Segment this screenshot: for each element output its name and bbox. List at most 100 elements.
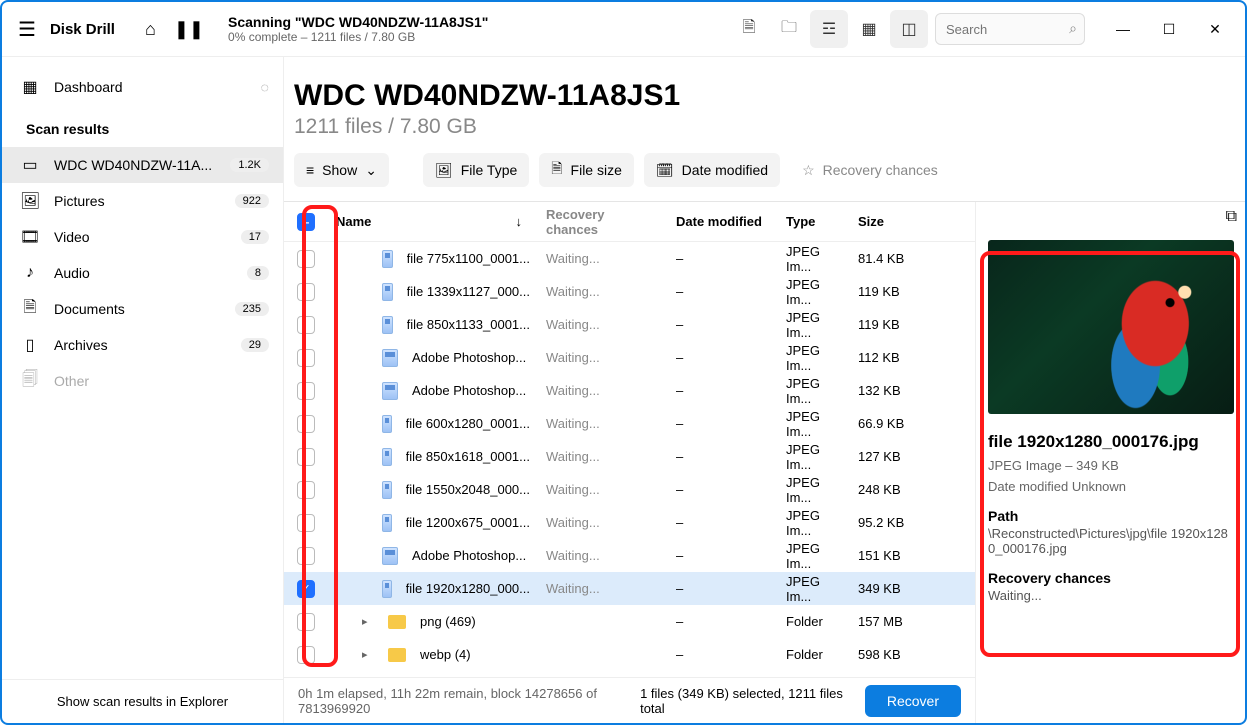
row-checkbox[interactable] — [297, 613, 315, 631]
pause-icon[interactable]: ❚❚ — [174, 19, 204, 40]
filter-icon: ≡ — [306, 162, 314, 178]
row-checkbox[interactable] — [297, 481, 315, 499]
header-checkbox[interactable]: – — [297, 213, 315, 231]
cell-recovery: Waiting... — [538, 581, 668, 596]
col-date[interactable]: Date modified — [668, 214, 778, 229]
table-row[interactable]: file 1339x1127_000...Waiting...–JPEG Im.… — [284, 275, 975, 308]
cell-recovery: Waiting... — [538, 515, 668, 530]
sidebar-item-archives[interactable]: ▯ Archives 29 — [2, 327, 283, 363]
folder-icon[interactable]: 🗀 — [770, 10, 808, 48]
col-size[interactable]: Size — [850, 214, 928, 229]
table-row[interactable]: ▸webp (4)–Folder598 KB — [284, 638, 975, 671]
cell-recovery: Waiting... — [538, 548, 668, 563]
show-in-explorer[interactable]: Show scan results in Explorer — [2, 679, 283, 723]
table-row[interactable]: file 600x1280_0001...Waiting...–JPEG Im.… — [284, 407, 975, 440]
expand-icon[interactable]: ▸ — [362, 648, 376, 661]
table-row[interactable]: ▸png (469)–Folder157 MB — [284, 605, 975, 638]
row-checkbox[interactable] — [297, 349, 315, 367]
table-row[interactable]: Adobe Photoshop...Waiting...–JPEG Im...1… — [284, 374, 975, 407]
filter-recoverychances[interactable]: ☆ Recovery chances — [790, 153, 950, 187]
jpeg-file-icon — [382, 283, 393, 301]
cell-type: JPEG Im... — [778, 574, 850, 604]
jpeg-file-icon — [382, 580, 392, 598]
search-icon[interactable]: ⌕ — [1069, 20, 1077, 37]
archives-icon: ▯ — [20, 335, 40, 355]
search-input[interactable] — [935, 13, 1085, 45]
row-checkbox[interactable] — [297, 382, 315, 400]
file-name: file 1920x1280_000... — [406, 581, 530, 596]
row-checkbox[interactable] — [297, 514, 315, 532]
sidebar-dashboard[interactable]: ▦ Dashboard ◌ — [2, 69, 283, 105]
sidebar-item-pictures[interactable]: 🖼 Pictures 922 — [2, 183, 283, 219]
menu-icon[interactable]: ☰ — [18, 17, 36, 42]
footer-status: 0h 1m elapsed, 11h 22m remain, block 142… — [298, 686, 640, 716]
table-row[interactable]: ✓file 1920x1280_000...Waiting...–JPEG Im… — [284, 572, 975, 605]
scan-progress: 0% complete – 1211 files / 7.80 GB — [228, 30, 488, 44]
cell-date: – — [668, 482, 778, 497]
sidebar-item-label: Video — [54, 229, 90, 245]
file-icon[interactable]: 🗎 — [730, 10, 768, 48]
cell-date: – — [668, 647, 778, 662]
table-row[interactable]: Adobe Photoshop...Waiting...–JPEG Im...1… — [284, 539, 975, 572]
cell-size: 248 KB — [850, 482, 928, 497]
row-checkbox[interactable] — [297, 448, 315, 466]
spinner-icon: ◌ — [261, 79, 269, 95]
window-maximize[interactable]: ☐ — [1149, 13, 1189, 45]
show-dropdown[interactable]: ≡ Show ⌄ — [294, 153, 389, 187]
window-minimize[interactable]: — — [1103, 13, 1143, 45]
sidebar-item-audio[interactable]: ♪ Audio 8 — [2, 255, 283, 291]
row-checkbox[interactable] — [297, 415, 315, 433]
calendar-icon: 🗓 — [656, 162, 674, 179]
row-checkbox[interactable] — [297, 283, 315, 301]
cell-recovery: Waiting... — [538, 350, 668, 365]
col-recovery[interactable]: Recovery chances — [538, 207, 668, 237]
row-checkbox[interactable] — [297, 316, 315, 334]
table-row[interactable]: file 1200x675_0001...Waiting...–JPEG Im.… — [284, 506, 975, 539]
filter-filesize[interactable]: 🗎 File size — [539, 153, 634, 187]
filter-filetype[interactable]: 🖼 File Type — [423, 153, 529, 187]
file-name: webp (4) — [420, 647, 471, 662]
table-row[interactable]: file 850x1133_0001...Waiting...–JPEG Im.… — [284, 308, 975, 341]
filter-datemodified[interactable]: 🗓 Date modified — [644, 153, 780, 187]
sidebar-badge: 17 — [241, 230, 269, 244]
view-list-icon[interactable]: ☲ — [810, 10, 848, 48]
sidebar-item-video[interactable]: 🎞 Video 17 — [2, 219, 283, 255]
sort-arrow-icon[interactable]: ↓ — [516, 214, 523, 229]
preview-thumbnail — [988, 240, 1234, 414]
home-icon[interactable]: ⌂ — [145, 19, 156, 40]
row-checkbox[interactable] — [297, 547, 315, 565]
jpeg-file-icon — [382, 250, 393, 268]
view-grid-icon[interactable]: ▦ — [850, 10, 888, 48]
cell-recovery: Waiting... — [538, 284, 668, 299]
table-row[interactable]: file 850x1618_0001...Waiting...–JPEG Im.… — [284, 440, 975, 473]
expand-icon[interactable]: ▸ — [362, 615, 376, 628]
documents-icon: 🗎 — [20, 296, 40, 323]
sidebar-item-drive[interactable]: ▭ WDC WD40NDZW-11A... 1.2K — [2, 147, 283, 183]
jpeg-file-icon — [382, 415, 392, 433]
window-close[interactable]: ✕ — [1195, 13, 1235, 45]
popout-icon[interactable]: ⧉ — [1226, 208, 1237, 226]
table-row[interactable]: Adobe Photoshop...Waiting...–JPEG Im...1… — [284, 341, 975, 374]
file-name: file 600x1280_0001... — [406, 416, 530, 431]
view-panel-icon[interactable]: ◫ — [890, 10, 928, 48]
row-checkbox[interactable] — [297, 250, 315, 268]
row-checkbox[interactable]: ✓ — [297, 580, 315, 598]
sidebar-item-label: Documents — [54, 301, 125, 317]
preview-path: \Reconstructed\Pictures\jpg\file 1920x12… — [988, 526, 1233, 556]
col-name[interactable]: Name — [336, 214, 371, 229]
filesize-label: File size — [571, 162, 622, 178]
table-row[interactable]: file 775x1100_0001...Waiting...–JPEG Im.… — [284, 242, 975, 275]
cell-recovery: Waiting... — [538, 317, 668, 332]
pictures-icon: 🖼 — [20, 191, 40, 211]
cell-size: 81.4 KB — [850, 251, 928, 266]
jpeg-file-icon — [382, 448, 392, 466]
col-type[interactable]: Type — [778, 214, 850, 229]
row-checkbox[interactable] — [297, 646, 315, 664]
table-row[interactable]: file 1550x2048_000...Waiting...–JPEG Im.… — [284, 473, 975, 506]
sidebar-item-label: Pictures — [54, 193, 105, 209]
recover-button[interactable]: Recover — [865, 685, 961, 717]
cell-date: – — [668, 548, 778, 563]
sidebar-item-other[interactable]: 🗐 Other — [2, 363, 283, 399]
sidebar-item-documents[interactable]: 🗎 Documents 235 — [2, 291, 283, 327]
cell-date: – — [668, 383, 778, 398]
